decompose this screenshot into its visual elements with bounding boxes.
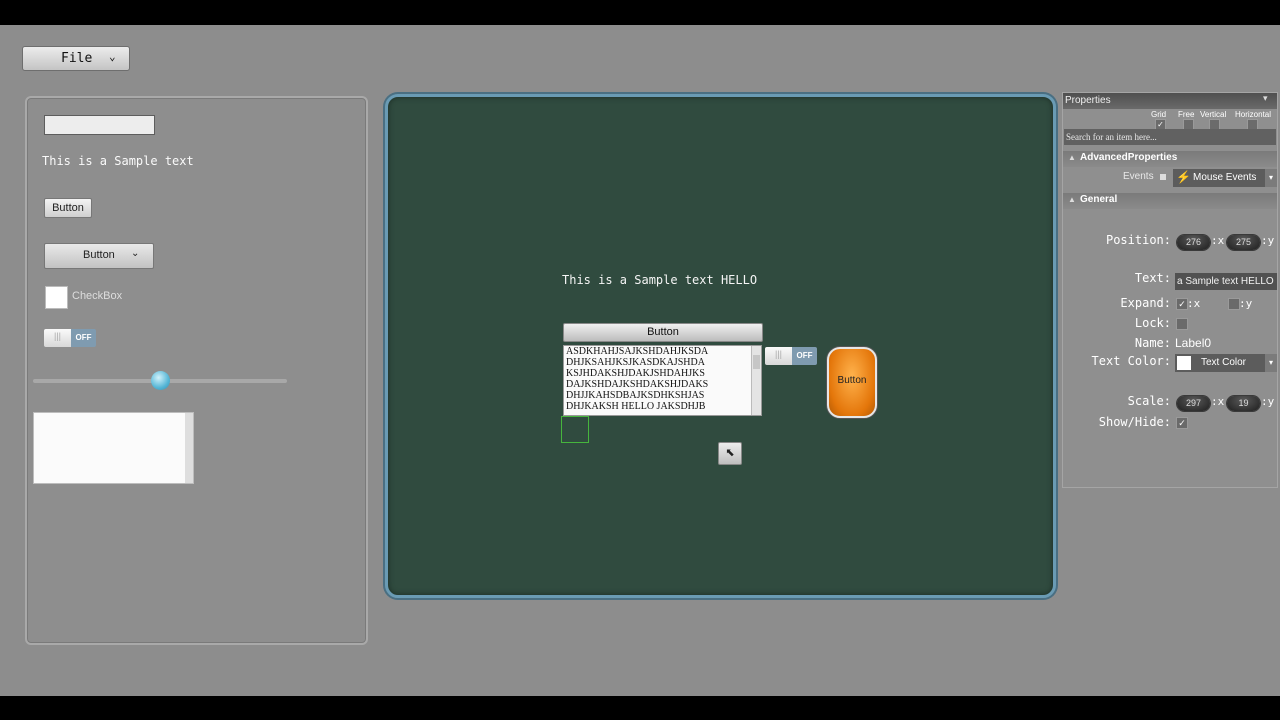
triangle-icon: ▲ [1068, 153, 1076, 162]
list-item: DHJKAKSH HELLO JAKSDHJB [566, 401, 706, 412]
position-y-input[interactable]: 275 [1227, 235, 1260, 250]
list-item: DAJKSHDAJKSHDAKSHJDAKS [566, 379, 709, 390]
canvas-label[interactable]: This is a Sample text HELLO [562, 273, 757, 287]
grip-icon: ||| [775, 349, 783, 359]
text-input[interactable]: a Sample text HELLO [1175, 273, 1277, 290]
advanced-properties-header[interactable]: ▲ AdvancedProperties [1063, 151, 1277, 167]
toggle-knob: ||| [44, 329, 71, 347]
chevron-down-icon: ⌄ [109, 50, 116, 63]
toolbox-textbox-widget[interactable] [44, 115, 155, 135]
file-menu-label: File [61, 51, 93, 66]
lock-checkbox[interactable] [1176, 318, 1188, 330]
color-swatch [1177, 356, 1191, 370]
properties-header: Properties ▾ [1063, 93, 1277, 109]
lightning-icon: ⚡ [1176, 170, 1191, 184]
position-x-suffix: :x [1211, 234, 1225, 247]
chevron-down-icon: ▾ [1265, 169, 1277, 187]
toggle-off-label: OFF [71, 329, 96, 347]
cursor-icon: ⬉ [725, 447, 735, 459]
scale-x-suffix: :x [1211, 395, 1225, 408]
advanced-properties-title: AdvancedProperties [1080, 152, 1178, 163]
text-color-picker[interactable]: Text Color ▾ [1175, 354, 1277, 372]
canvas-small-button[interactable]: ⬉ [718, 442, 742, 465]
property-search-input[interactable]: Search for an item here... [1064, 129, 1276, 145]
toggle-off-label: OFF [792, 347, 817, 365]
list-item: DHJJKAHSDBAJKSDHKSHJAS [566, 390, 705, 401]
mode-horizontal-label: Horizontal [1235, 110, 1272, 119]
text-color-value: Text Color [1201, 357, 1247, 368]
mode-vertical-label: Vertical [1200, 110, 1227, 119]
toolbox-label-widget[interactable]: This is a Sample text [42, 154, 194, 168]
toolbox-button-widget[interactable]: Button [44, 198, 92, 218]
list-item: KSJHDAKSHJDAKJSHDAHJKS [566, 368, 705, 379]
expand-x-suffix: :x [1187, 297, 1201, 310]
toolbox-listbox-widget[interactable] [33, 412, 194, 484]
chevron-down-icon: ▾ [1265, 354, 1277, 372]
triangle-icon: ▲ [1068, 195, 1076, 204]
position-x-input[interactable]: 276 [1177, 235, 1210, 250]
toolbox-toggle-widget[interactable]: ||| OFF [44, 329, 96, 347]
canvas-toggle[interactable]: ||| OFF [765, 347, 817, 365]
tab-properties[interactable]: Properties [1065, 93, 1111, 109]
toolbox-dropdown-widget[interactable]: Button ⌄ [44, 243, 154, 269]
listbox-scrollbar[interactable] [185, 413, 193, 483]
toolbox-slider-thumb[interactable] [150, 371, 170, 390]
canvas-button[interactable]: Button [563, 323, 763, 342]
name-label: Name: [1134, 336, 1171, 350]
show-hide-checkbox[interactable]: ✓ [1176, 417, 1188, 429]
grip-icon: ||| [54, 331, 62, 341]
toolbox-dropdown-label: Button [83, 249, 115, 261]
mode-free-label: Free [1178, 110, 1195, 119]
show-hide-label: Show/Hide: [1098, 415, 1171, 429]
scale-x-input[interactable]: 297 [1177, 396, 1210, 411]
events-indicator-icon [1160, 174, 1166, 180]
canvas-orange-button[interactable]: Button [827, 347, 877, 418]
general-title: General [1080, 194, 1118, 205]
position-label: Position: [1105, 233, 1171, 247]
list-item: DHJKSAHJKSJKASDKAJSHDA [566, 357, 705, 368]
pin-icon[interactable]: ▾ [1263, 93, 1268, 104]
scale-y-input[interactable]: 19 [1227, 396, 1260, 411]
toolbox-checkbox-widget[interactable] [45, 286, 68, 309]
scrollbar-thumb[interactable] [753, 355, 760, 369]
listbox-scrollbar[interactable] [751, 346, 761, 415]
text-color-label: Text Color: [1091, 354, 1171, 368]
properties-panel: Properties ▾ Grid Free Vertical Horizont… [1062, 92, 1278, 488]
file-menu-button[interactable]: File ⌄ [22, 46, 130, 71]
text-label: Text: [1134, 271, 1171, 285]
expand-label: Expand: [1120, 296, 1171, 310]
events-dropdown[interactable]: ⚡ Mouse Events ▾ [1173, 169, 1277, 187]
name-value[interactable]: Label0 [1175, 336, 1211, 350]
chevron-down-icon: ⌄ [131, 248, 140, 259]
expand-y-suffix: :y [1239, 297, 1253, 310]
toolbox-panel: This is a Sample text Button Button ⌄ Ch… [25, 96, 368, 645]
events-value: Mouse Events [1193, 172, 1257, 183]
scale-y-suffix: :y [1261, 395, 1275, 408]
toggle-knob: ||| [765, 347, 792, 365]
list-item: ASDKHAHJSAJKSHDAHJKSDA [566, 346, 709, 357]
general-header[interactable]: ▲ General [1063, 193, 1277, 209]
mode-grid-label: Grid [1151, 110, 1167, 119]
toolbox-checkbox-label: CheckBox [72, 290, 123, 302]
app-window: File ⌄ This is a Sample text Button Butt… [0, 25, 1280, 696]
position-y-suffix: :y [1261, 234, 1275, 247]
canvas-selection-box[interactable] [561, 416, 589, 443]
canvas-listbox[interactable]: ASDKHAHJSAJKSHDAHJKSDA DHJKSAHJKSJKASDKA… [563, 345, 762, 416]
events-label: Events [1123, 171, 1154, 182]
lock-label: Lock: [1134, 316, 1171, 330]
scale-label: Scale: [1127, 394, 1171, 408]
design-canvas[interactable]: This is a Sample text HELLO Button ASDKH… [385, 94, 1056, 598]
